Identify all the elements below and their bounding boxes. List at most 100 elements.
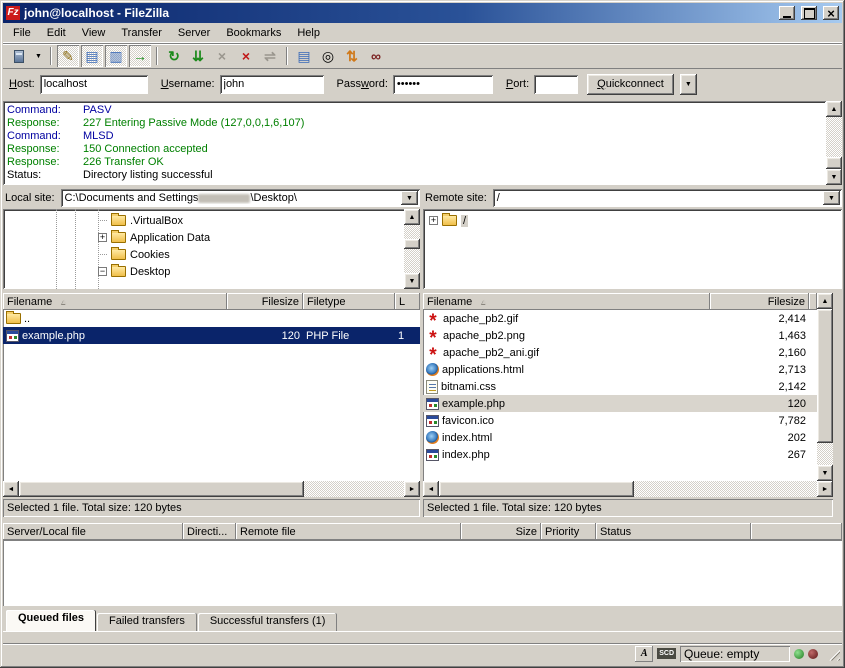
expand-icon[interactable]: + bbox=[429, 216, 438, 225]
scroll-left-icon[interactable] bbox=[3, 481, 19, 497]
column-header-size[interactable]: Size bbox=[461, 523, 541, 540]
toolbar: ▼ ✎ ▤ ▥ → ↻ ⇊ × × ⇌ ▤ ◎ ⇅ ∞ bbox=[3, 43, 842, 69]
password-input[interactable] bbox=[393, 75, 493, 94]
expand-icon[interactable]: + bbox=[98, 233, 107, 242]
minimize-button[interactable] bbox=[779, 6, 795, 20]
file-row-parent-dir[interactable]: .. bbox=[3, 310, 420, 327]
site-manager-button[interactable] bbox=[8, 45, 30, 67]
tab-successful-transfers[interactable]: Successful transfers (1) bbox=[198, 613, 338, 631]
menu-server[interactable]: Server bbox=[170, 24, 218, 42]
resize-grip[interactable] bbox=[826, 647, 840, 661]
remote-site-combobox[interactable]: / bbox=[493, 189, 842, 207]
column-header-server-local-file[interactable]: Server/Local file bbox=[3, 523, 183, 540]
collapse-icon[interactable]: − bbox=[98, 267, 107, 276]
reconnect-button[interactable]: ⇌ bbox=[259, 45, 281, 67]
scroll-up-icon[interactable] bbox=[826, 101, 842, 117]
column-header-status[interactable]: Status bbox=[596, 523, 751, 540]
file-row[interactable]: favicon.ico 7,782 bbox=[423, 412, 817, 429]
scrollbar-thumb[interactable] bbox=[817, 309, 833, 443]
column-header-filetype[interactable]: Filetype bbox=[303, 293, 395, 310]
file-row[interactable]: apache_pb2.gif 2,414 bbox=[423, 310, 817, 327]
scroll-down-icon[interactable] bbox=[817, 465, 833, 481]
column-header-filesize[interactable]: Filesize bbox=[710, 293, 809, 310]
column-header-lastmodified[interactable]: L bbox=[395, 293, 420, 310]
sort-ascending-icon bbox=[480, 297, 488, 306]
scroll-down-icon[interactable] bbox=[826, 169, 842, 185]
file-row[interactable]: apache_pb2.png 1,463 bbox=[423, 327, 817, 344]
toggle-remote-tree-button[interactable]: ▥ bbox=[105, 45, 127, 67]
quickconnect-dropdown[interactable]: ▼ bbox=[680, 74, 697, 95]
scroll-left-icon[interactable] bbox=[423, 481, 439, 497]
file-row-example-php[interactable]: example.php 120 bbox=[423, 395, 817, 412]
image-file-icon bbox=[426, 346, 440, 360]
file-row-example-php[interactable]: example.php 120 PHP File 1 bbox=[3, 327, 420, 344]
maximize-button[interactable] bbox=[801, 6, 817, 20]
find-files-button[interactable]: ∞ bbox=[365, 45, 387, 67]
chevron-down-icon[interactable] bbox=[823, 191, 840, 205]
menu-view[interactable]: View bbox=[74, 24, 114, 42]
menu-edit[interactable]: Edit bbox=[39, 24, 74, 42]
tree-item-virtualbox[interactable]: .VirtualBox bbox=[3, 212, 404, 229]
tree-item-root[interactable]: + / bbox=[423, 212, 842, 229]
cancel-operation-button[interactable]: × bbox=[211, 45, 233, 67]
scroll-right-icon[interactable] bbox=[817, 481, 833, 497]
file-row[interactable]: apache_pb2_ani.gif 2,160 bbox=[423, 344, 817, 361]
local-list-header: Filename Filesize Filetype L bbox=[3, 293, 420, 310]
speed-limit-icon[interactable]: SCD bbox=[657, 648, 676, 659]
scrollbar-thumb[interactable] bbox=[439, 481, 634, 497]
queue-list[interactable] bbox=[3, 540, 842, 606]
process-queue-button[interactable]: ⇊ bbox=[187, 45, 209, 67]
log-scrollbar[interactable] bbox=[826, 101, 842, 185]
password-label: Password: bbox=[337, 78, 388, 90]
username-input[interactable] bbox=[220, 75, 324, 94]
quickconnect-button[interactable]: Quickconnect bbox=[587, 74, 674, 95]
file-row[interactable]: bitnami.css 2,142 bbox=[423, 378, 817, 395]
port-input[interactable] bbox=[534, 75, 578, 94]
local-tree-scrollbar[interactable] bbox=[404, 209, 420, 289]
remote-list-vscrollbar[interactable] bbox=[817, 293, 833, 481]
message-log: Command:PASV Response:227 Entering Passi… bbox=[3, 101, 826, 185]
scroll-up-icon[interactable] bbox=[404, 209, 420, 225]
window-title: john@localhost - FileZilla bbox=[24, 6, 773, 20]
column-header-priority[interactable]: Priority bbox=[541, 523, 596, 540]
tab-queued-files[interactable]: Queued files bbox=[6, 610, 96, 631]
column-header-direction[interactable]: Directi... bbox=[183, 523, 236, 540]
directory-listing-filters-button[interactable]: ▤ bbox=[293, 45, 315, 67]
toggle-local-tree-button[interactable]: ▤ bbox=[81, 45, 103, 67]
menu-bookmarks[interactable]: Bookmarks bbox=[218, 24, 289, 42]
local-site-combobox[interactable]: C:\Documents and Settings\Desktop\ bbox=[61, 189, 420, 207]
menu-file[interactable]: File bbox=[5, 24, 39, 42]
toggle-log-view-button[interactable]: ✎ bbox=[57, 45, 79, 67]
tab-failed-transfers[interactable]: Failed transfers bbox=[97, 613, 197, 631]
site-manager-dropdown[interactable]: ▼ bbox=[32, 45, 45, 67]
scroll-up-icon[interactable] bbox=[817, 293, 833, 309]
scrollbar-thumb[interactable] bbox=[404, 239, 420, 249]
scroll-down-icon[interactable] bbox=[404, 273, 420, 289]
menu-transfer[interactable]: Transfer bbox=[113, 24, 170, 42]
remote-list-hscrollbar[interactable] bbox=[423, 481, 833, 497]
column-header-filename[interactable]: Filename bbox=[423, 293, 710, 310]
file-row[interactable]: index.html 202 bbox=[423, 429, 817, 446]
scrollbar-thumb[interactable] bbox=[826, 157, 842, 169]
tree-item-desktop[interactable]: − Desktop bbox=[3, 263, 404, 280]
file-row[interactable]: applications.html 2,713 bbox=[423, 361, 817, 378]
toggle-queue-view-button[interactable]: → bbox=[129, 45, 151, 67]
column-header-filename[interactable]: Filename bbox=[3, 293, 227, 310]
compare-directories-button[interactable]: ◎ bbox=[317, 45, 339, 67]
menu-help[interactable]: Help bbox=[289, 24, 328, 42]
column-header-remote-file[interactable]: Remote file bbox=[236, 523, 461, 540]
column-header-filesize[interactable]: Filesize bbox=[227, 293, 303, 310]
host-input[interactable] bbox=[40, 75, 148, 94]
file-row[interactable]: index.php 267 bbox=[423, 446, 817, 463]
synchronized-browsing-button[interactable]: ⇅ bbox=[341, 45, 363, 67]
scroll-right-icon[interactable] bbox=[404, 481, 420, 497]
tree-item-cookies[interactable]: Cookies bbox=[3, 246, 404, 263]
scrollbar-thumb[interactable] bbox=[19, 481, 304, 497]
disconnect-button[interactable]: × bbox=[235, 45, 257, 67]
tree-item-application-data[interactable]: + Application Data bbox=[3, 229, 404, 246]
close-button[interactable] bbox=[823, 6, 839, 20]
data-type-indicator-icon[interactable]: A bbox=[635, 646, 653, 662]
local-list-hscrollbar[interactable] bbox=[3, 481, 420, 497]
chevron-down-icon[interactable] bbox=[401, 191, 418, 205]
refresh-button[interactable]: ↻ bbox=[163, 45, 185, 67]
